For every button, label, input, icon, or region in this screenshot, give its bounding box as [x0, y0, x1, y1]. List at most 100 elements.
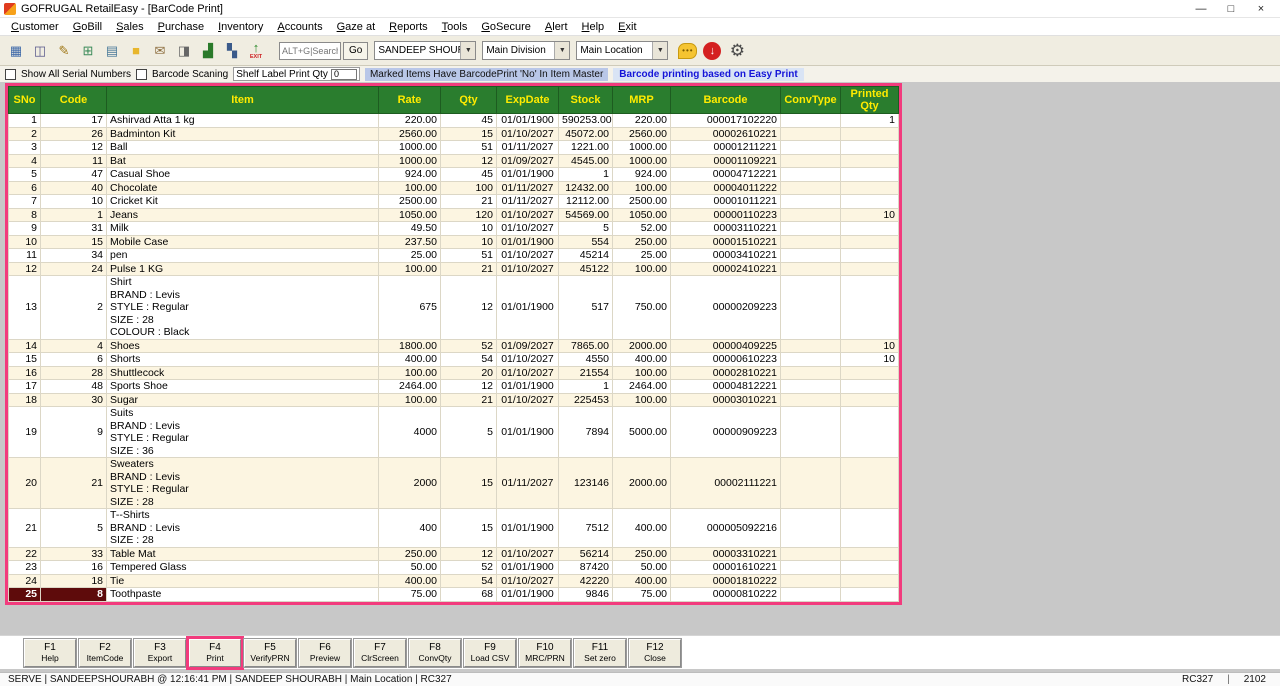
- cell[interactable]: 00004712221: [671, 168, 781, 182]
- cell[interactable]: pen: [107, 249, 379, 263]
- cell[interactable]: 237.50: [379, 235, 441, 249]
- cell[interactable]: [781, 195, 841, 209]
- cell[interactable]: Sports Shoe: [107, 380, 379, 394]
- cell[interactable]: 21: [441, 393, 497, 407]
- cell[interactable]: 400.00: [613, 509, 671, 548]
- cell[interactable]: [841, 235, 899, 249]
- cell[interactable]: 12: [441, 380, 497, 394]
- cell[interactable]: 14: [9, 339, 41, 353]
- cell[interactable]: 22: [9, 547, 41, 561]
- cell[interactable]: Shuttlecock: [107, 366, 379, 380]
- cell[interactable]: 00000810222: [671, 588, 781, 602]
- cell[interactable]: 11: [41, 154, 107, 168]
- cell[interactable]: [781, 141, 841, 155]
- table-row[interactable]: 156Shorts400.005401/10/20274550400.00000…: [9, 353, 899, 367]
- cell[interactable]: [781, 181, 841, 195]
- fkey-f4-button[interactable]: F4Print: [189, 639, 241, 667]
- cell[interactable]: 517: [559, 276, 613, 340]
- cell[interactable]: 01/10/2027: [497, 574, 559, 588]
- cell[interactable]: 19: [9, 407, 41, 458]
- cell[interactable]: 6: [9, 181, 41, 195]
- cell[interactable]: 00002810221: [671, 366, 781, 380]
- cell[interactable]: 01/11/2027: [497, 141, 559, 155]
- cell[interactable]: [841, 127, 899, 141]
- cell[interactable]: 52: [441, 339, 497, 353]
- cell[interactable]: 47: [41, 168, 107, 182]
- cell[interactable]: 10: [841, 339, 899, 353]
- settings-icon[interactable]: ⚙: [727, 41, 747, 61]
- cell[interactable]: 45122: [559, 262, 613, 276]
- exit-icon[interactable]: ↑EXIT: [245, 40, 267, 62]
- table-row[interactable]: 2316Tempered Glass50.005201/01/190087420…: [9, 561, 899, 575]
- cell[interactable]: 00003410221: [671, 249, 781, 263]
- cell[interactable]: 9: [9, 222, 41, 236]
- cell[interactable]: 15: [441, 127, 497, 141]
- cell[interactable]: [841, 561, 899, 575]
- cell[interactable]: 1800.00: [379, 339, 441, 353]
- cell[interactable]: 1: [559, 168, 613, 182]
- menu-help[interactable]: Help: [575, 20, 612, 34]
- fkey-f12-button[interactable]: F12Close: [629, 639, 681, 667]
- cell[interactable]: 21: [9, 509, 41, 548]
- cell[interactable]: 9: [41, 407, 107, 458]
- menu-gaze-at[interactable]: Gaze at: [330, 20, 383, 34]
- barcode-scanning-checkbox[interactable]: [136, 69, 147, 80]
- cell[interactable]: [841, 276, 899, 340]
- cell[interactable]: 2000: [379, 458, 441, 509]
- cell[interactable]: 17: [9, 380, 41, 394]
- cell[interactable]: 51: [441, 141, 497, 155]
- cell[interactable]: Tempered Glass: [107, 561, 379, 575]
- grid-icon[interactable]: ▦: [5, 40, 27, 62]
- fkey-f5-button[interactable]: F5VerifyPRN: [244, 639, 296, 667]
- cell[interactable]: 68: [441, 588, 497, 602]
- cell[interactable]: 51: [441, 249, 497, 263]
- table-row[interactable]: 547Casual Shoe924.004501/01/19001924.000…: [9, 168, 899, 182]
- table-row[interactable]: 258Toothpaste75.006801/01/1900984675.000…: [9, 588, 899, 602]
- edit-icon[interactable]: ✎: [53, 40, 75, 62]
- cell[interactable]: 5000.00: [613, 407, 671, 458]
- cell[interactable]: 01/01/1900: [497, 276, 559, 340]
- cell[interactable]: Badminton Kit: [107, 127, 379, 141]
- cell[interactable]: 01/09/2027: [497, 339, 559, 353]
- table-row[interactable]: 1015Mobile Case237.501001/01/1900554250.…: [9, 235, 899, 249]
- cell[interactable]: 18: [41, 574, 107, 588]
- save-icon[interactable]: ◫: [29, 40, 51, 62]
- cell[interactable]: 225453: [559, 393, 613, 407]
- cell[interactable]: 01/01/1900: [497, 114, 559, 128]
- cell[interactable]: 00000610223: [671, 353, 781, 367]
- cell[interactable]: 12: [9, 262, 41, 276]
- cell[interactable]: 15: [441, 509, 497, 548]
- cell[interactable]: 400.00: [613, 353, 671, 367]
- list-icon[interactable]: ▤: [101, 40, 123, 62]
- cell[interactable]: 3: [9, 141, 41, 155]
- cell[interactable]: 120: [441, 208, 497, 222]
- menu-inventory[interactable]: Inventory: [211, 20, 270, 34]
- cell[interactable]: 01/10/2027: [497, 393, 559, 407]
- table-row[interactable]: 215T--Shirts BRAND : Levis SIZE : 284001…: [9, 509, 899, 548]
- cell[interactable]: Milk: [107, 222, 379, 236]
- cell[interactable]: Sugar: [107, 393, 379, 407]
- cell[interactable]: 30: [41, 393, 107, 407]
- cell[interactable]: [841, 249, 899, 263]
- cell[interactable]: [781, 366, 841, 380]
- menu-gosecure[interactable]: GoSecure: [474, 20, 538, 34]
- cell[interactable]: 34: [41, 249, 107, 263]
- cell[interactable]: 00000209223: [671, 276, 781, 340]
- cell[interactable]: 250.00: [613, 547, 671, 561]
- cell[interactable]: 1: [559, 380, 613, 394]
- cell[interactable]: 21: [441, 262, 497, 276]
- cell[interactable]: 1: [841, 114, 899, 128]
- cell[interactable]: 01/01/1900: [497, 588, 559, 602]
- cell[interactable]: 15: [41, 235, 107, 249]
- cell[interactable]: [781, 509, 841, 548]
- cell[interactable]: 24: [9, 574, 41, 588]
- cell[interactable]: 01/11/2027: [497, 458, 559, 509]
- menu-purchase[interactable]: Purchase: [151, 20, 211, 34]
- cell[interactable]: 50.00: [613, 561, 671, 575]
- cell[interactable]: 590253.00: [559, 114, 613, 128]
- cell[interactable]: [841, 195, 899, 209]
- cell[interactable]: Table Mat: [107, 547, 379, 561]
- cell[interactable]: 123146: [559, 458, 613, 509]
- table-row[interactable]: 1830Sugar100.002101/10/2027225453100.000…: [9, 393, 899, 407]
- cell[interactable]: [781, 208, 841, 222]
